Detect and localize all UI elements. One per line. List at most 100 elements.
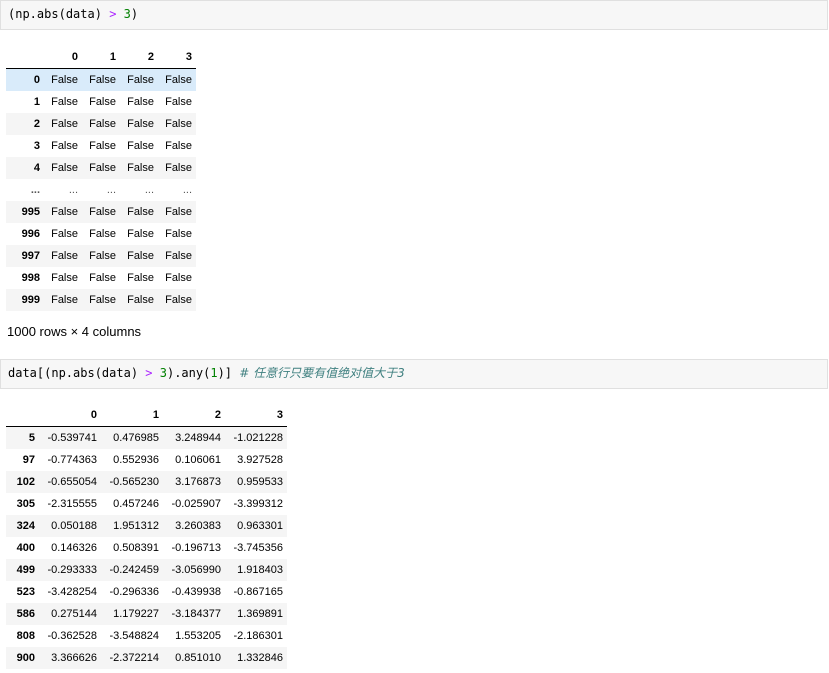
table-row: 5 -0.539741 0.476985 3.248944 -1.021228 bbox=[6, 426, 287, 449]
code-arg: (data) bbox=[58, 7, 102, 21]
code-cell-input-1[interactable]: (np.abs(data) > 3) bbox=[0, 0, 828, 30]
table-cell: False bbox=[165, 140, 192, 152]
row-index: 324 bbox=[16, 520, 35, 532]
table-cell: 0.552936 bbox=[113, 454, 159, 466]
row-index: 400 bbox=[16, 542, 35, 554]
table-cell: False bbox=[165, 206, 192, 218]
table-cell: -0.025907 bbox=[171, 498, 221, 510]
table-cell: False bbox=[127, 118, 154, 130]
table-cell: False bbox=[89, 228, 116, 240]
table-cell: -3.399312 bbox=[233, 498, 283, 510]
row-index: 4 bbox=[33, 162, 40, 174]
boolean-dataframe-output: 0123 0 False False False False 1 False False Fal… bbox=[6, 46, 196, 311]
dataframe-shape-note: 1000 rows × 4 columns bbox=[7, 324, 142, 339]
table-cell: -1.021228 bbox=[233, 432, 283, 444]
table-body: 0 False False False False 1 False False False Fal… bbox=[6, 68, 196, 311]
filtered-dataframe-output: 0123 5 -0.539741 0.476985 3.248944 -1.021228… bbox=[6, 404, 287, 669]
table-row: 996 False False False False bbox=[6, 223, 196, 245]
table-cell: ... bbox=[106, 184, 116, 196]
table-cell: False bbox=[127, 272, 154, 284]
row-index: 996 bbox=[21, 228, 40, 240]
column-header: 3 bbox=[158, 46, 196, 69]
table-cell: 0.275144 bbox=[51, 608, 97, 620]
code-number-axis: 1 bbox=[210, 366, 218, 380]
table-row: 997 False False False False bbox=[6, 245, 196, 267]
code-comment: # 任意行只要有值绝对值大于3 bbox=[239, 366, 405, 380]
table-cell: False bbox=[165, 228, 192, 240]
table-cell: False bbox=[51, 206, 78, 218]
table-cell: -0.867165 bbox=[233, 586, 283, 598]
code-text-3: ).any( bbox=[166, 366, 211, 380]
table-cell: False bbox=[89, 96, 116, 108]
table-cell: -2.315555 bbox=[47, 498, 97, 510]
table-cell: -0.296336 bbox=[109, 586, 159, 598]
table-cell: -0.196713 bbox=[171, 542, 221, 554]
table-header: 0123 bbox=[6, 46, 196, 69]
table-cell: 3.366626 bbox=[51, 652, 97, 664]
row-index: 808 bbox=[16, 630, 35, 642]
column-header: 0 bbox=[44, 46, 82, 69]
table-row: 1 False False False False bbox=[6, 91, 196, 113]
table-cell: False bbox=[165, 96, 192, 108]
index-header bbox=[6, 46, 44, 69]
table-row: 2 False False False False bbox=[6, 113, 196, 135]
table-cell: False bbox=[127, 140, 154, 152]
row-index: 97 bbox=[22, 454, 35, 466]
index-header bbox=[6, 404, 39, 427]
column-header: 1 bbox=[101, 404, 163, 427]
table-cell: False bbox=[51, 228, 78, 240]
table-row: 4 False False False False bbox=[6, 157, 196, 179]
table-cell: False bbox=[89, 162, 116, 174]
column-header: 0 bbox=[39, 404, 101, 427]
row-index: 5 bbox=[28, 432, 35, 444]
table-header-row: 0123 bbox=[6, 404, 287, 427]
table-cell: ... bbox=[144, 184, 154, 196]
table-cell: False bbox=[51, 96, 78, 108]
table-row: 998 False False False False bbox=[6, 267, 196, 289]
table-cell: -3.184377 bbox=[171, 608, 221, 620]
code-text-2 bbox=[153, 366, 160, 380]
table-cell: 0.106061 bbox=[175, 454, 221, 466]
table-cell: False bbox=[51, 250, 78, 262]
code-text-1: data[(np.abs(data) bbox=[8, 366, 146, 380]
row-index: 499 bbox=[16, 564, 35, 576]
table-row: 400 0.146326 0.508391 -0.196713 -3.745356 bbox=[6, 537, 287, 559]
table-row: 3 False False False False bbox=[6, 135, 196, 157]
table-cell: -2.186301 bbox=[233, 630, 283, 642]
table-cell: False bbox=[89, 206, 116, 218]
table-cell: 1.369891 bbox=[237, 608, 283, 620]
table-cell: False bbox=[89, 74, 116, 86]
table-cell: 0.508391 bbox=[113, 542, 159, 554]
table-cell: False bbox=[165, 118, 192, 130]
table-cell: 3.176873 bbox=[175, 476, 221, 488]
row-index: 998 bbox=[21, 272, 40, 284]
row-index: 997 bbox=[21, 250, 40, 262]
table-cell: 0.146326 bbox=[51, 542, 97, 554]
table-cell: False bbox=[165, 162, 192, 174]
table-cell: 1.332846 bbox=[237, 652, 283, 664]
table-cell: 1.179227 bbox=[113, 608, 159, 620]
table-cell: False bbox=[165, 74, 192, 86]
code-paren-close: ) bbox=[130, 7, 139, 21]
row-index: 995 bbox=[21, 206, 40, 218]
table-row: 999 False False False False bbox=[6, 289, 196, 311]
table-header-row: 0123 bbox=[6, 46, 196, 69]
table-row: 0 False False False False bbox=[6, 68, 196, 91]
table-cell: 3.260383 bbox=[175, 520, 221, 532]
table-cell: False bbox=[165, 272, 192, 284]
table-cell: 0.959533 bbox=[237, 476, 283, 488]
code-func: np.abs bbox=[15, 7, 59, 21]
table-row: 324 0.050188 1.951312 3.260383 0.963301 bbox=[6, 515, 287, 537]
table-cell: False bbox=[127, 228, 154, 240]
column-header: 1 bbox=[82, 46, 120, 69]
row-index: 3 bbox=[33, 140, 40, 152]
table-cell: 3.248944 bbox=[175, 432, 221, 444]
code-cell-input-2[interactable]: data[(np.abs(data) > 3).any(1)] # 任意行只要有… bbox=[0, 359, 828, 389]
table-cell: -0.293333 bbox=[47, 564, 97, 576]
table-cell: -3.056990 bbox=[171, 564, 221, 576]
table-row: 97 -0.774363 0.552936 0.106061 3.927528 bbox=[6, 449, 287, 471]
column-header: 2 bbox=[163, 404, 225, 427]
table-cell: False bbox=[89, 272, 116, 284]
table-row: 305 -2.315555 0.457246 -0.025907 -3.399312 bbox=[6, 493, 287, 515]
table-cell: -2.372214 bbox=[109, 652, 159, 664]
